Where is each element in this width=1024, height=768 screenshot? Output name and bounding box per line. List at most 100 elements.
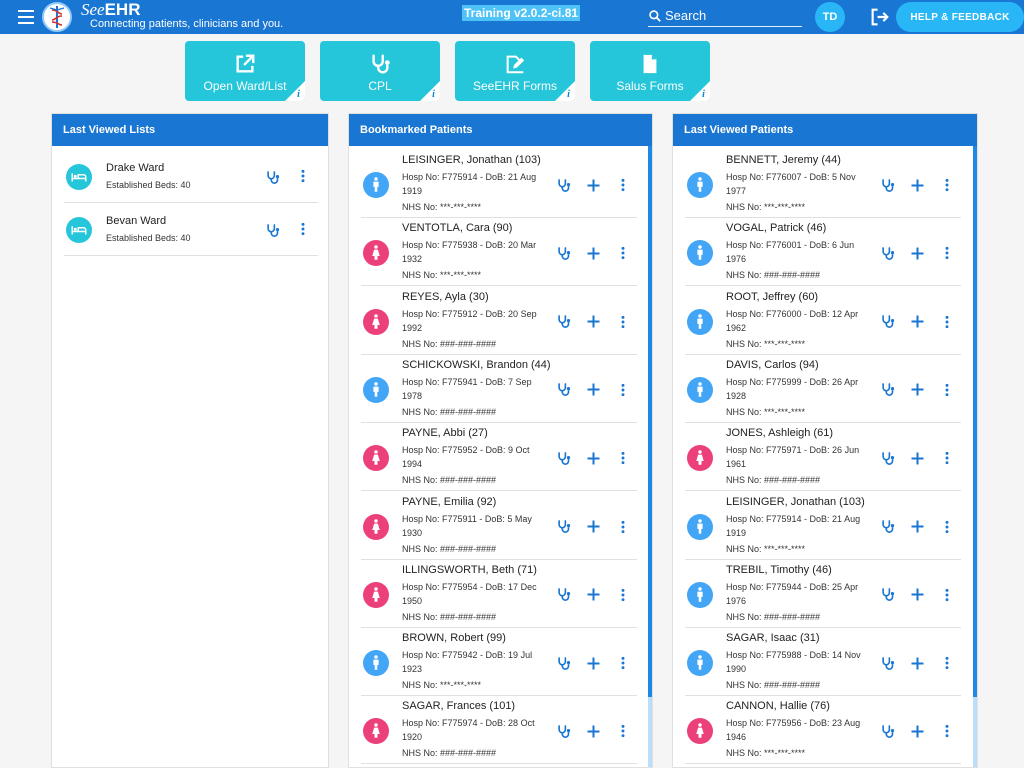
patient-row[interactable]: BROWN, Robert (99) Hosp No: F775942 - DoB… bbox=[361, 628, 637, 697]
patient-row[interactable]: DAVIS, Carlos (94) Hosp No: F775999 - DoB… bbox=[685, 355, 961, 423]
patient-row[interactable]: REYES, Ayla (30) Hosp No: F775912 - DoB: … bbox=[361, 287, 637, 355]
stethoscope-icon[interactable] bbox=[555, 177, 571, 193]
add-icon[interactable] bbox=[585, 587, 601, 603]
patient-name[interactable]: BENNETT, Jeremy (44) bbox=[726, 154, 841, 166]
more-options-icon[interactable] bbox=[939, 177, 955, 193]
info-icon[interactable]: i bbox=[429, 89, 438, 100]
stethoscope-icon[interactable] bbox=[555, 245, 571, 261]
patient-row[interactable]: TREBIL, Timothy (46) Hosp No: F775944 - D… bbox=[685, 560, 961, 628]
more-options-icon[interactable] bbox=[939, 723, 955, 739]
more-options-icon[interactable] bbox=[939, 245, 955, 261]
add-icon[interactable] bbox=[909, 587, 925, 603]
patient-row[interactable]: LEISINGER, Jonathan (103) Hosp No: F77591… bbox=[685, 492, 961, 560]
stethoscope-icon[interactable] bbox=[555, 655, 571, 671]
info-icon[interactable]: i bbox=[564, 89, 573, 100]
add-icon[interactable] bbox=[585, 245, 601, 261]
caduceus-logo-icon[interactable] bbox=[42, 2, 72, 32]
more-options-icon[interactable] bbox=[939, 519, 955, 535]
scrollbar[interactable] bbox=[648, 146, 652, 767]
patient-name[interactable]: TREBIL, Timothy (46) bbox=[726, 564, 832, 576]
more-options-icon[interactable] bbox=[615, 723, 631, 739]
patient-row[interactable]: CANNON, Hallie (76) Hosp No: F775956 - Do… bbox=[685, 696, 961, 765]
more-options-icon[interactable] bbox=[615, 450, 631, 466]
add-icon[interactable] bbox=[909, 177, 925, 193]
more-options-icon[interactable] bbox=[615, 587, 631, 603]
stethoscope-icon[interactable] bbox=[555, 587, 571, 603]
more-options-icon[interactable] bbox=[615, 655, 631, 671]
add-icon[interactable] bbox=[909, 450, 925, 466]
patient-name[interactable]: SAGAR, Frances (101) bbox=[402, 700, 515, 712]
more-options-icon[interactable] bbox=[295, 221, 311, 237]
more-options-icon[interactable] bbox=[615, 177, 631, 193]
search-input[interactable]: Search bbox=[648, 5, 802, 27]
add-icon[interactable] bbox=[585, 450, 601, 466]
patient-row[interactable]: SAGAR, Frances (101) Hosp No: F775974 - D… bbox=[361, 696, 637, 765]
ward-list-item[interactable]: Bevan Ward Established Beds: 40 bbox=[64, 203, 318, 256]
stethoscope-icon[interactable] bbox=[555, 450, 571, 466]
stethoscope-icon[interactable] bbox=[264, 169, 280, 185]
seeehr-forms-tile[interactable]: SeeEHR Forms i bbox=[455, 41, 575, 101]
patient-row[interactable]: BENNETT, Jeremy (44) Hosp No: F776007 - D… bbox=[685, 150, 961, 218]
scrollbar[interactable] bbox=[973, 146, 977, 767]
add-icon[interactable] bbox=[585, 519, 601, 535]
patient-row[interactable]: SCHICKOWSKI, Brandon (44) Hosp No: F77594… bbox=[361, 355, 637, 423]
add-icon[interactable] bbox=[909, 314, 925, 330]
hamburger-menu-icon[interactable] bbox=[18, 10, 34, 24]
stethoscope-icon[interactable] bbox=[879, 245, 895, 261]
stethoscope-icon[interactable] bbox=[879, 587, 895, 603]
cpl-tile[interactable]: CPL i bbox=[320, 41, 440, 101]
patient-row[interactable]: VENTOTLA, Cara (90) Hosp No: F775938 - Do… bbox=[361, 218, 637, 287]
more-options-icon[interactable] bbox=[295, 168, 311, 184]
patient-name[interactable]: SCHICKOWSKI, Brandon (44) bbox=[402, 359, 551, 371]
add-icon[interactable] bbox=[585, 655, 601, 671]
stethoscope-icon[interactable] bbox=[555, 723, 571, 739]
stethoscope-icon[interactable] bbox=[264, 222, 280, 238]
patient-name[interactable]: LEISINGER, Jonathan (103) bbox=[726, 496, 865, 508]
add-icon[interactable] bbox=[585, 314, 601, 330]
patient-name[interactable]: BROWN, Robert (99) bbox=[402, 632, 506, 644]
more-options-icon[interactable] bbox=[615, 245, 631, 261]
add-icon[interactable] bbox=[909, 723, 925, 739]
help-feedback-button[interactable]: HELP & FEEDBACK bbox=[896, 2, 1024, 32]
stethoscope-icon[interactable] bbox=[555, 382, 571, 398]
salus-forms-tile[interactable]: Salus Forms i bbox=[590, 41, 710, 101]
add-icon[interactable] bbox=[909, 519, 925, 535]
patient-name[interactable]: ROOT, Jeffrey (60) bbox=[726, 291, 818, 303]
stethoscope-icon[interactable] bbox=[879, 519, 895, 535]
logout-icon[interactable] bbox=[870, 8, 890, 26]
more-options-icon[interactable] bbox=[939, 587, 955, 603]
patient-name[interactable]: REYES, Ayla (30) bbox=[402, 291, 489, 303]
stethoscope-icon[interactable] bbox=[879, 177, 895, 193]
add-icon[interactable] bbox=[585, 177, 601, 193]
stethoscope-icon[interactable] bbox=[555, 519, 571, 535]
stethoscope-icon[interactable] bbox=[879, 655, 895, 671]
more-options-icon[interactable] bbox=[615, 314, 631, 330]
add-icon[interactable] bbox=[909, 655, 925, 671]
add-icon[interactable] bbox=[585, 382, 601, 398]
more-options-icon[interactable] bbox=[939, 450, 955, 466]
patient-row[interactable]: JONES, Ashleigh (61) Hosp No: F775971 - D… bbox=[685, 423, 961, 492]
stethoscope-icon[interactable] bbox=[879, 382, 895, 398]
add-icon[interactable] bbox=[909, 382, 925, 398]
stethoscope-icon[interactable] bbox=[555, 314, 571, 330]
user-avatar[interactable]: TD bbox=[815, 2, 845, 32]
patient-row[interactable]: SAGAR, Isaac (31) Hosp No: F775988 - DoB:… bbox=[685, 628, 961, 697]
more-options-icon[interactable] bbox=[615, 519, 631, 535]
patient-name[interactable]: JONES, Ashleigh (61) bbox=[726, 427, 833, 439]
stethoscope-icon[interactable] bbox=[879, 314, 895, 330]
stethoscope-icon[interactable] bbox=[879, 723, 895, 739]
open-ward-list-tile[interactable]: Open Ward/List i bbox=[185, 41, 305, 101]
more-options-icon[interactable] bbox=[939, 382, 955, 398]
more-options-icon[interactable] bbox=[615, 382, 631, 398]
more-options-icon[interactable] bbox=[939, 314, 955, 330]
patient-row[interactable]: ILLINGSWORTH, Beth (71) Hosp No: F775954 … bbox=[361, 560, 637, 628]
patient-row[interactable]: LEISINGER, Jonathan (103) Hosp No: F77591… bbox=[361, 150, 637, 218]
patient-name[interactable]: SAGAR, Isaac (31) bbox=[726, 632, 820, 644]
patient-row[interactable]: PAYNE, Abbi (27) Hosp No: F775952 - DoB: … bbox=[361, 423, 637, 492]
ward-list-item[interactable]: Drake Ward Established Beds: 40 bbox=[64, 150, 318, 203]
patient-row[interactable]: PAYNE, Emilia (92) Hosp No: F775911 - DoB… bbox=[361, 492, 637, 560]
more-options-icon[interactable] bbox=[939, 655, 955, 671]
patient-row[interactable]: VOGAL, Patrick (46) Hosp No: F776001 - Do… bbox=[685, 218, 961, 287]
patient-row[interactable]: ROOT, Jeffrey (60) Hosp No: F776000 - DoB… bbox=[685, 287, 961, 355]
patient-name[interactable]: ILLINGSWORTH, Beth (71) bbox=[402, 564, 537, 576]
